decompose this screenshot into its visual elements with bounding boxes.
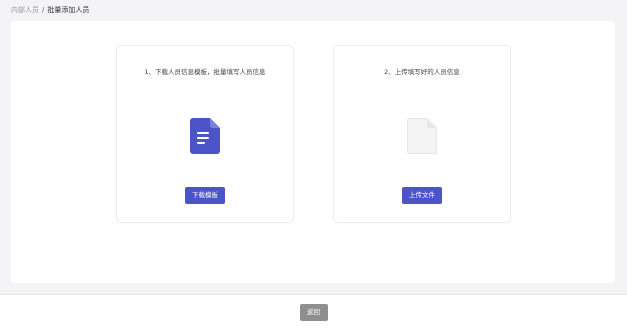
download-template-button[interactable]: 下载模板: [185, 187, 225, 204]
footer-bar: 返回: [0, 294, 627, 331]
breadcrumb-parent-link[interactable]: 内部人员: [11, 6, 39, 14]
step-1-title: 1、下载人员信息模板，批量填写人员信息: [144, 68, 266, 76]
back-button[interactable]: 返回: [299, 304, 328, 321]
upload-file-button[interactable]: 上传文件: [402, 187, 442, 204]
breadcrumb-current: 批量添加人员: [47, 6, 90, 14]
document-icon: [190, 118, 220, 154]
breadcrumb: 内部人员 / 批量添加人员: [11, 5, 89, 15]
step-2-title: 2、上传填写好的人员信息: [384, 68, 460, 76]
breadcrumb-separator: /: [42, 6, 45, 14]
content-panel: 1、下载人员信息模板，批量填写人员信息 下载模板 2、上传填写好的人员信息 上传…: [11, 21, 615, 283]
upload-file-card: 2、上传填写好的人员信息 上传文件: [333, 45, 511, 223]
download-template-card: 1、下载人员信息模板，批量填写人员信息 下载模板: [116, 45, 294, 223]
blank-file-icon: [407, 118, 437, 154]
